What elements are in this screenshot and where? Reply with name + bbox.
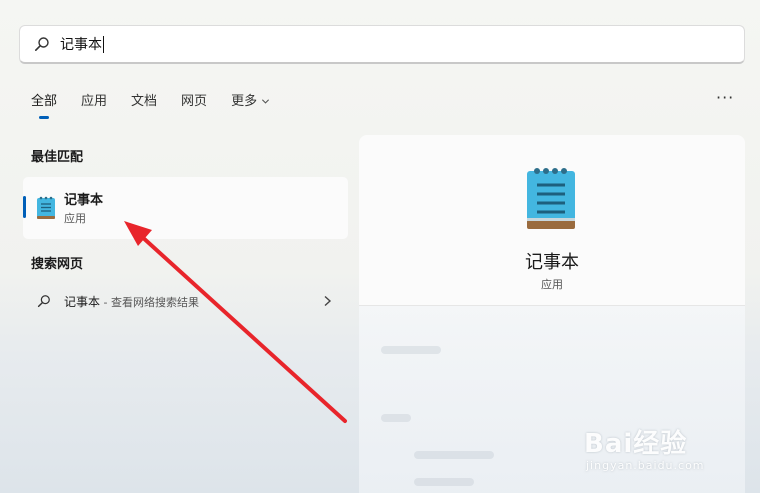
baidu-watermark: Bai经验 jingyan.baidu.com xyxy=(584,415,754,485)
watermark-brand-text: Bai经验 xyxy=(584,429,688,459)
watermark-brand: Bai经验 xyxy=(584,423,687,460)
watermark-url: jingyan.baidu.com xyxy=(586,459,705,472)
